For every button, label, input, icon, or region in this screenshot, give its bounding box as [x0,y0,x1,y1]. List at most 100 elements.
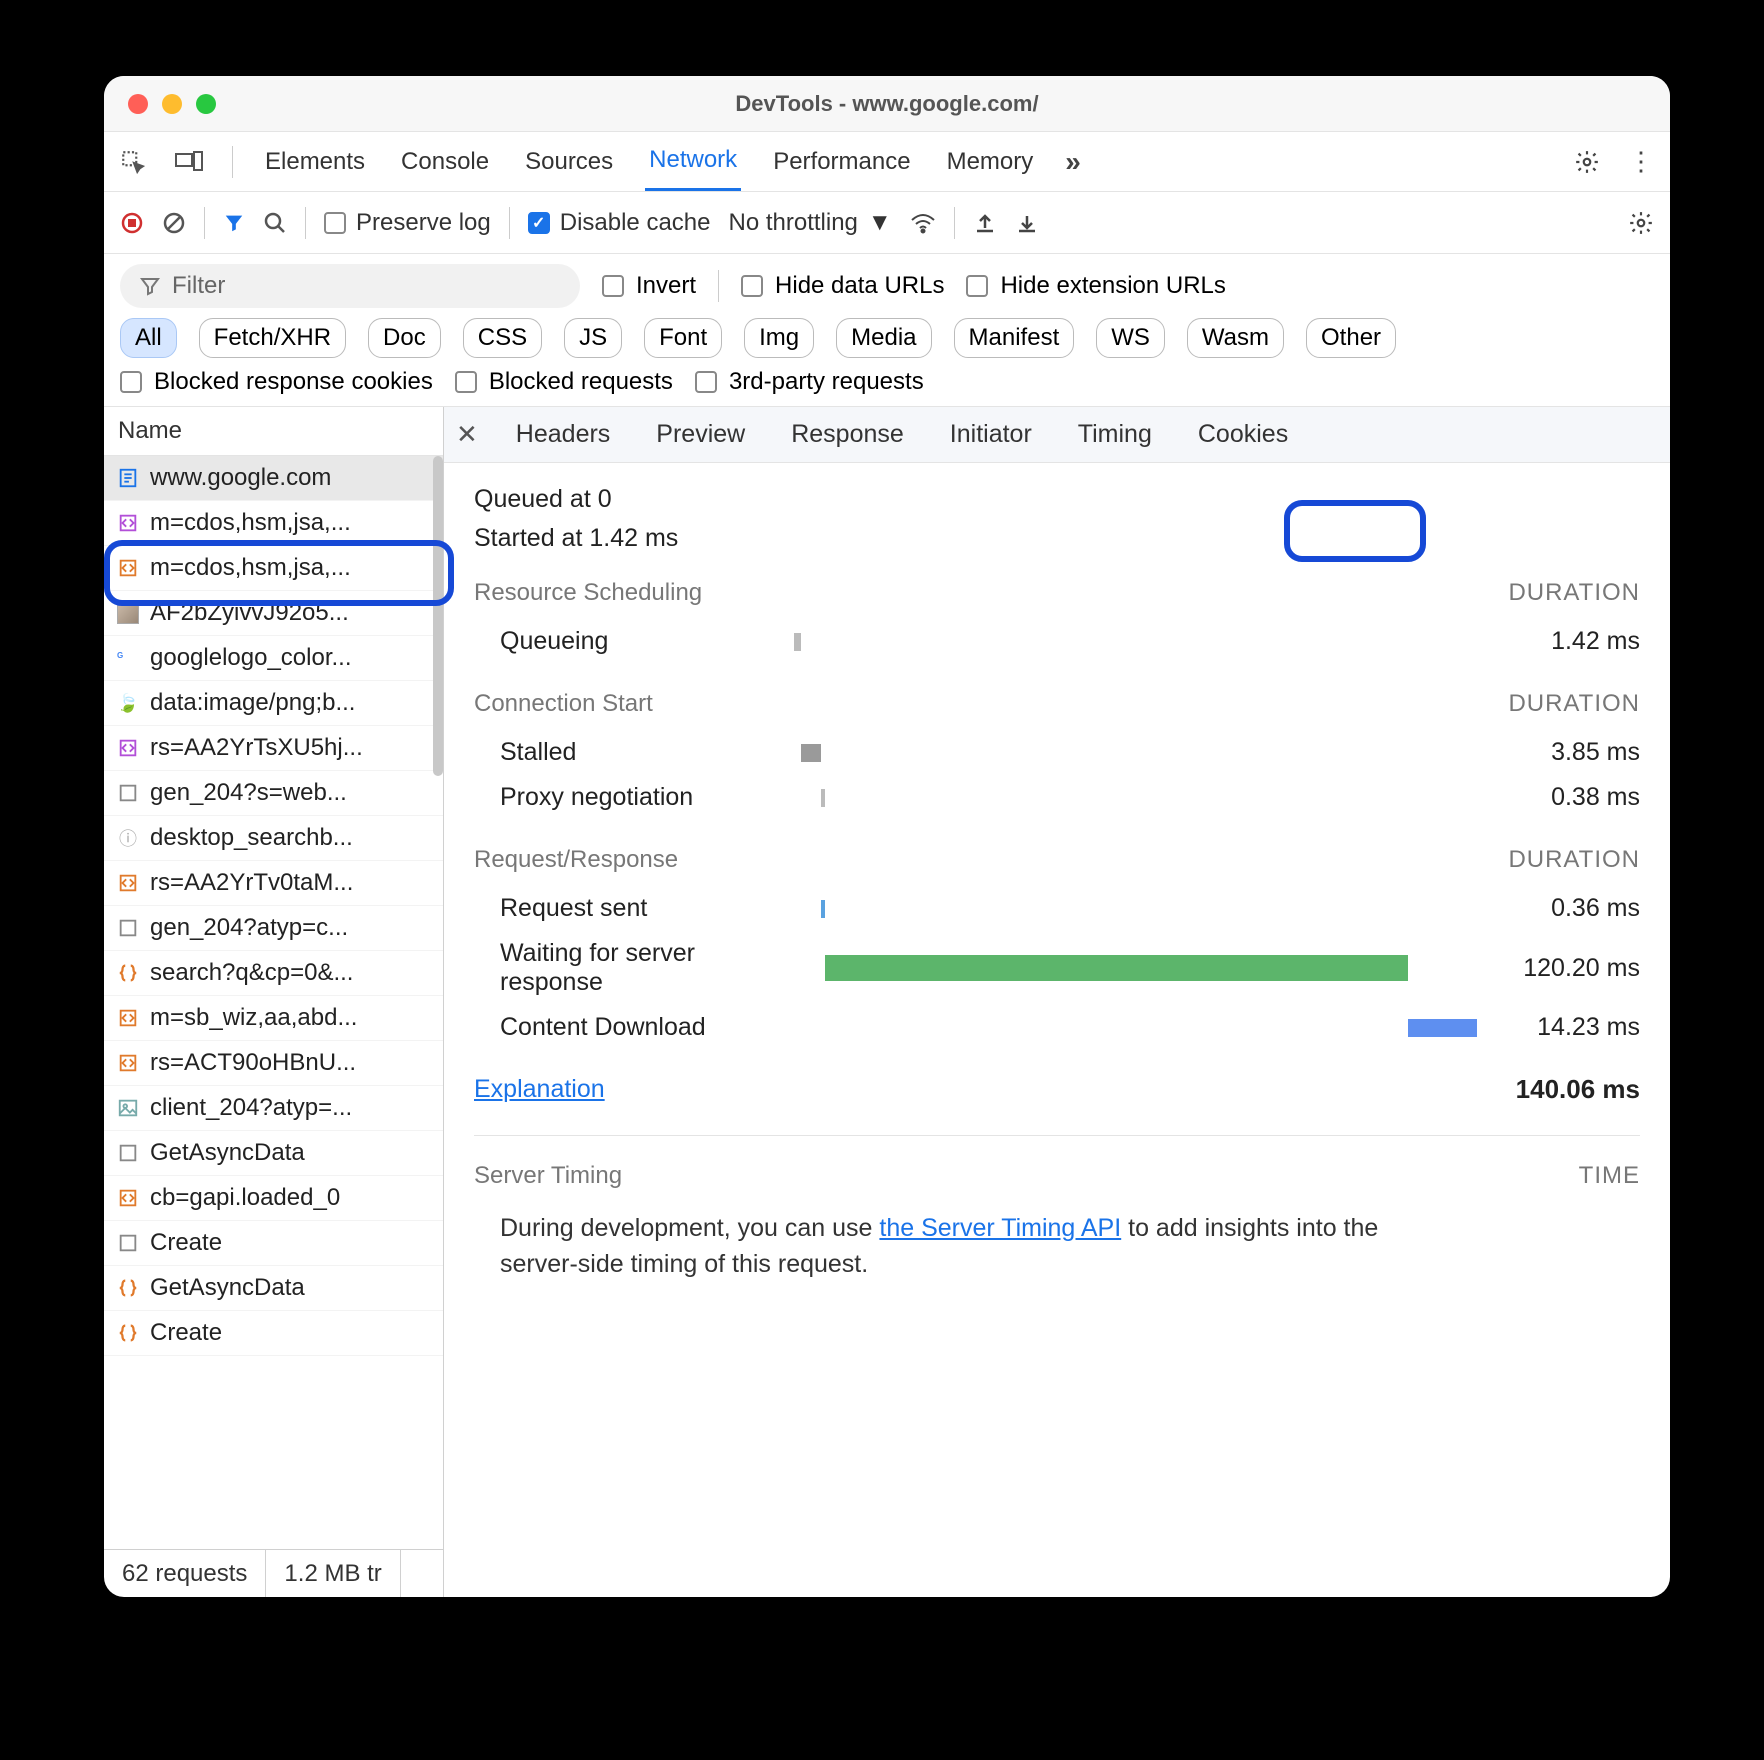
device-icon[interactable] [174,149,204,175]
type-pill-wasm[interactable]: Wasm [1187,318,1284,358]
tab-memory[interactable]: Memory [943,134,1038,190]
invert-checkbox[interactable]: Invert [602,272,696,300]
search-icon[interactable] [263,211,287,235]
request-row[interactable]: GetAsyncData [104,1266,443,1311]
close-detail-icon[interactable]: ✕ [456,419,478,450]
timing-label: Waiting for server response [474,939,794,997]
kebab-icon[interactable]: ⋮ [1628,146,1654,177]
timing-section-title: Resource Scheduling [474,579,702,607]
request-row[interactable]: rs=ACT90oHBnU... [104,1041,443,1086]
scrollbar-thumb[interactable] [433,456,443,776]
tab-elements[interactable]: Elements [261,134,369,190]
download-icon[interactable] [1015,211,1039,235]
request-list-body[interactable]: www.google.comm=cdos,hsm,jsa,...m=cdos,h… [104,456,443,1549]
tab-performance[interactable]: Performance [769,134,914,190]
timing-total: 140.06 ms [1516,1074,1640,1105]
filter-icon[interactable] [223,212,245,234]
list-header-name[interactable]: Name [104,407,443,456]
request-row[interactable]: m=cdos,hsm,jsa,... [104,501,443,546]
blocked-requests-checkbox[interactable]: Blocked requests [455,368,673,396]
type-pill-fetch-xhr[interactable]: Fetch/XHR [199,318,346,358]
minimize-window-button[interactable] [162,94,182,114]
server-timing-api-link[interactable]: the Server Timing API [879,1214,1121,1242]
request-name: m=sb_wiz,aa,abd... [150,1004,357,1032]
request-row[interactable]: AF2bZyivvJ92o5... [104,591,443,636]
file-icon [116,1141,140,1165]
file-icon [116,556,140,580]
request-row[interactable]: Create [104,1311,443,1356]
type-pill-all[interactable]: All [120,318,177,358]
request-row[interactable]: Ggooglelogo_color... [104,636,443,681]
request-row[interactable]: cb=gapi.loaded_0 [104,1176,443,1221]
request-row[interactable]: client_204?atyp=... [104,1086,443,1131]
detail-tab-preview[interactable]: Preview [648,410,753,459]
request-row[interactable]: www.google.com [104,456,443,501]
request-name: Create [150,1229,222,1257]
detail-tab-timing[interactable]: Timing [1070,410,1160,459]
filter-bar: Filter Invert Hide data URLs Hide extens… [104,254,1670,407]
third-party-checkbox[interactable]: 3rd-party requests [695,368,924,396]
server-timing-text: During development, you can use the Serv… [474,1210,1454,1283]
request-row[interactable]: GetAsyncData [104,1131,443,1176]
close-window-button[interactable] [128,94,148,114]
detail-tab-cookies[interactable]: Cookies [1190,410,1296,459]
maximize-window-button[interactable] [196,94,216,114]
detail-tab-headers[interactable]: Headers [508,410,619,459]
timing-section-title: Connection Start [474,690,653,718]
explanation-link[interactable]: Explanation [474,1075,605,1104]
request-row[interactable]: m=sb_wiz,aa,abd... [104,996,443,1041]
more-tabs-icon[interactable]: » [1065,146,1081,178]
blocked-response-cookies-checkbox[interactable]: Blocked response cookies [120,368,433,396]
timing-duration: 14.23 ms [1480,1013,1640,1042]
request-row[interactable]: gen_204?s=web... [104,771,443,816]
record-icon[interactable] [120,211,144,235]
request-name: rs=ACT90oHBnU... [150,1049,356,1077]
inspect-icon[interactable] [120,149,146,175]
tab-sources[interactable]: Sources [521,134,617,190]
type-pill-css[interactable]: CSS [463,318,542,358]
request-row[interactable]: 🍃data:image/png;b... [104,681,443,726]
timing-row: Queueing1.42 ms [474,619,1640,664]
timing-duration: 120.20 ms [1480,954,1640,983]
type-pill-font[interactable]: Font [644,318,722,358]
request-row[interactable]: rs=AA2YrTsXU5hj... [104,726,443,771]
window-controls [128,94,216,114]
detail-tab-initiator[interactable]: Initiator [942,410,1040,459]
timing-row: Waiting for server response 120.20 ms [474,931,1640,1005]
detail-tab-response[interactable]: Response [783,410,912,459]
timing-duration: 3.85 ms [1480,738,1640,767]
file-icon: ⓘ [116,826,140,850]
type-pill-media[interactable]: Media [836,318,931,358]
type-pill-other[interactable]: Other [1306,318,1396,358]
request-row[interactable]: gen_204?atyp=c... [104,906,443,951]
tab-network[interactable]: Network [645,132,741,191]
settings-icon[interactable] [1574,149,1600,175]
hide-data-urls-checkbox[interactable]: Hide data URLs [741,272,944,300]
request-row[interactable]: rs=AA2YrTv0taM... [104,861,443,906]
request-row[interactable]: Create [104,1221,443,1266]
type-pill-img[interactable]: Img [744,318,814,358]
clear-icon[interactable] [162,211,186,235]
status-requests: 62 requests [104,1550,266,1597]
type-pill-ws[interactable]: WS [1096,318,1165,358]
preserve-log-checkbox[interactable]: Preserve log [324,209,491,237]
type-pill-doc[interactable]: Doc [368,318,441,358]
hide-ext-urls-checkbox[interactable]: Hide extension URLs [966,272,1225,300]
network-settings-icon[interactable] [1628,210,1654,236]
request-row[interactable]: ⓘdesktop_searchb... [104,816,443,861]
filter-input[interactable]: Filter [120,264,580,308]
request-row[interactable]: m=cdos,hsm,jsa,... [104,546,443,591]
disable-cache-checkbox[interactable]: ✓Disable cache [528,209,711,237]
timing-label: Queueing [474,627,794,656]
throttling-select[interactable]: No throttling▼ [728,209,891,237]
file-icon [116,601,140,625]
upload-icon[interactable] [973,211,997,235]
type-pill-js[interactable]: JS [564,318,622,358]
file-icon [116,511,140,535]
tab-console[interactable]: Console [397,134,493,190]
type-pill-manifest[interactable]: Manifest [954,318,1075,358]
wifi-icon[interactable] [910,212,936,234]
request-row[interactable]: search?q&cp=0&... [104,951,443,996]
file-icon [116,1096,140,1120]
file-icon [116,1321,140,1345]
